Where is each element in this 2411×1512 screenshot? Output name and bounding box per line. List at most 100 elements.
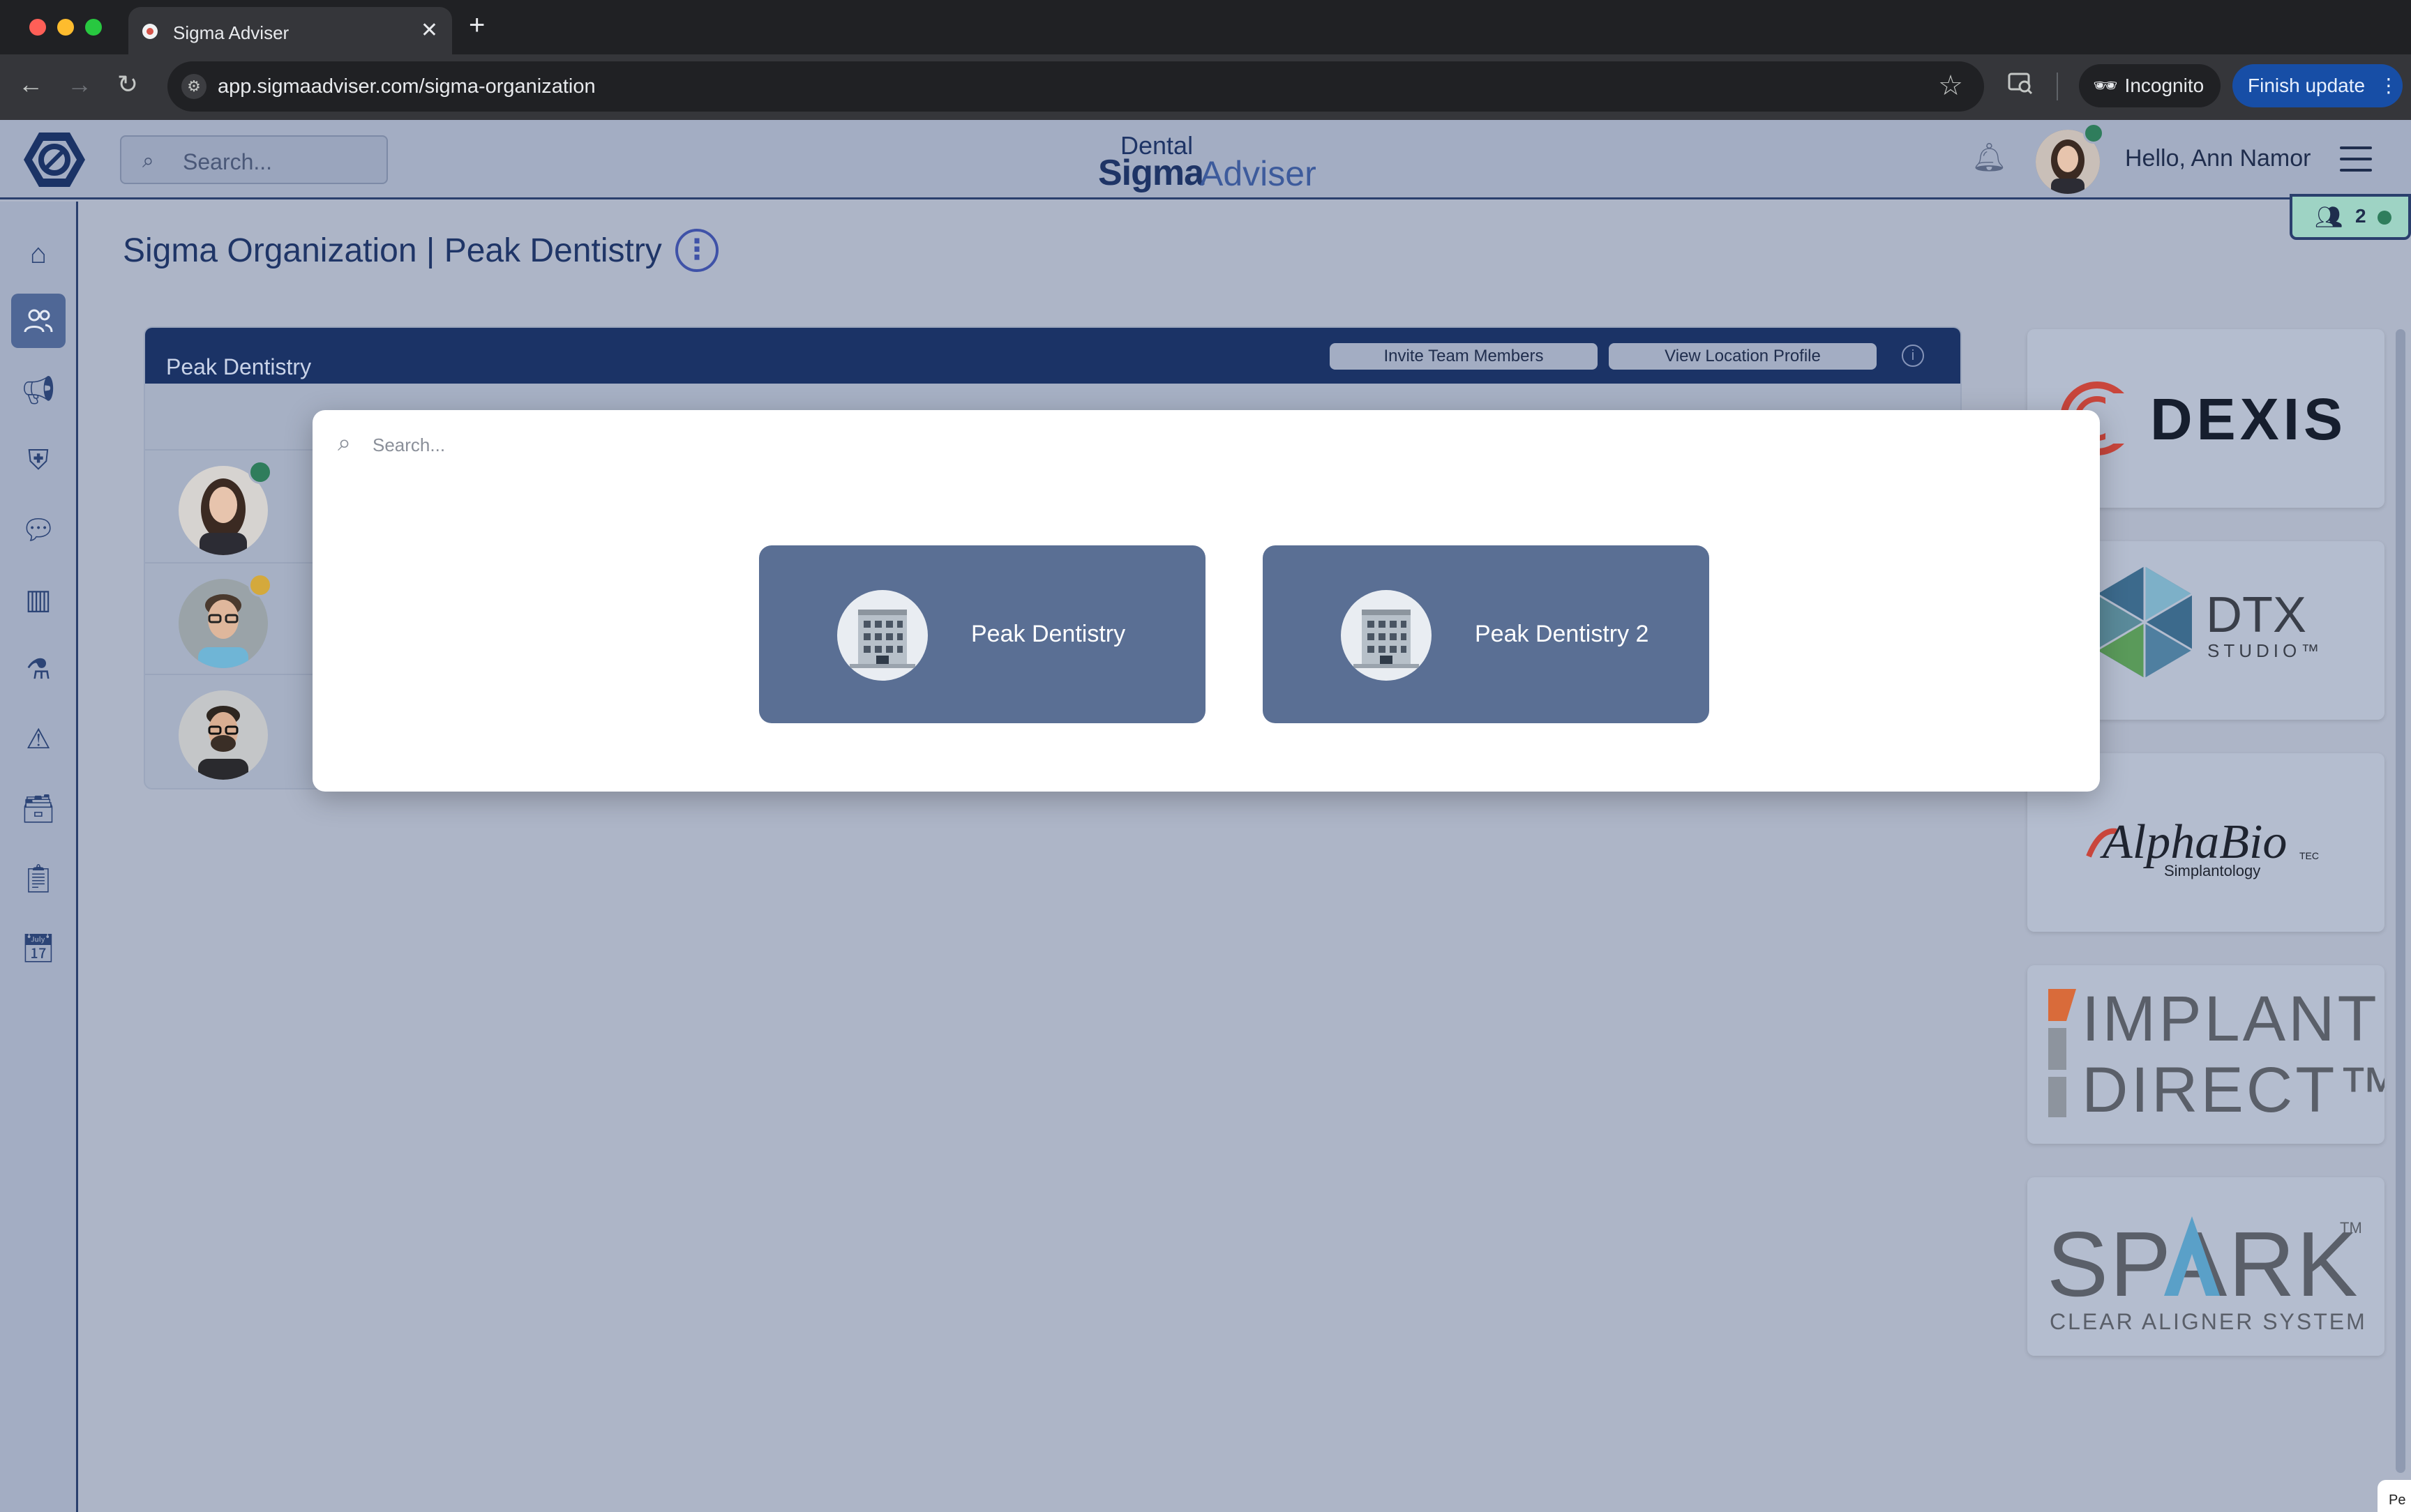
- online-users-badge[interactable]: 👥︎ 2: [2290, 194, 2411, 240]
- sponsors-scrollbar[interactable]: [2396, 329, 2405, 1473]
- direct-text: DIRECT™: [2082, 1054, 2384, 1126]
- location-option-name: Peak Dentistry 2: [1475, 621, 1649, 647]
- alphabio-text: AlphaBio: [2100, 815, 2287, 869]
- sidebar-item-chat[interactable]: 💬︎: [11, 503, 66, 557]
- table-row[interactable]: [145, 562, 313, 674]
- building-icon: [837, 590, 928, 681]
- invite-team-members-button[interactable]: Invite Team Members: [1330, 343, 1598, 370]
- tab-title: Sigma Adviser: [173, 22, 290, 43]
- dtx-studio-text: STUDIO™: [2207, 640, 2323, 661]
- spark-tm-text: TM: [2340, 1219, 2362, 1237]
- clipboard-icon: 📋︎: [20, 863, 57, 894]
- user-greeting[interactable]: Hello, Ann Namor: [2125, 145, 2311, 172]
- browser-toolbar: ← → ↻ ⚙ app.sigmaadviser.com/sigma-organ…: [0, 54, 2411, 120]
- member-status-online: [248, 460, 272, 484]
- location-option-peak-dentistry[interactable]: Peak Dentistry: [759, 545, 1206, 723]
- sidebar-item-lab[interactable]: ⚗: [11, 642, 66, 697]
- new-tab-button[interactable]: +: [469, 10, 485, 41]
- sidebar-item-boards[interactable]: ▥: [11, 573, 66, 627]
- member-photo: [179, 690, 268, 780]
- megaphone-icon: 📢︎: [20, 375, 57, 406]
- more-vertical-icon: ⋮: [2378, 75, 2398, 96]
- sidebar-item-compliance[interactable]: ⛨: [11, 433, 66, 487]
- dexis-text: DEXIS: [2150, 386, 2347, 452]
- dtx-text: DTX: [2206, 587, 2306, 643]
- sigma-logo-icon[interactable]: [22, 130, 87, 190]
- location-name: Peak Dentistry: [166, 354, 312, 379]
- users-icon: [24, 309, 53, 333]
- archive-icon: 🗃︎: [20, 794, 57, 824]
- brand-logo[interactable]: Dental Sigma Adviser: [1098, 131, 1316, 194]
- more-vertical-icon: ⋮: [683, 234, 711, 265]
- forward-arrow-icon[interactable]: →: [67, 70, 92, 99]
- sidebar-item-documents[interactable]: 📋︎: [11, 852, 66, 906]
- brand-adviser: Adviser: [1200, 154, 1316, 193]
- app-search-placeholder: Search...: [183, 149, 273, 174]
- member-avatar[interactable]: [179, 690, 268, 780]
- window-minimize-button[interactable]: [57, 19, 74, 36]
- sidebar-item-alerts[interactable]: ⚠: [11, 712, 66, 766]
- spark-logo-icon: SPARK TM CLEAR ALIGNER SYSTEM: [2047, 1213, 2367, 1334]
- implant-text: IMPLANT: [2082, 983, 2380, 1054]
- sidebar-item-archive[interactable]: 🗃︎: [11, 782, 66, 836]
- view-location-profile-button[interactable]: View Location Profile: [1609, 343, 1877, 370]
- home-icon: ⌂: [29, 239, 47, 269]
- sponsor-implant-direct[interactable]: IMPLANT DIRECT™: [2027, 965, 2401, 1144]
- implant-direct-logo-icon: IMPLANT DIRECT™: [2048, 983, 2401, 1126]
- online-status-dot: [2378, 211, 2391, 225]
- flask-icon: ⚗: [26, 654, 51, 685]
- calendar-icon: 📅︎: [20, 933, 57, 964]
- window-zoom-button[interactable]: [85, 19, 102, 36]
- member-status-away: [248, 573, 272, 597]
- incognito-indicator[interactable]: 🕶 Incognito: [2079, 64, 2221, 107]
- address-bar[interactable]: ⚙ app.sigmaadviser.com/sigma-organizatio…: [167, 61, 1984, 112]
- sidebar-item-calendar[interactable]: 📅︎: [11, 921, 66, 976]
- chat-icon: 💬︎: [20, 515, 57, 545]
- window-close-button[interactable]: [29, 19, 46, 36]
- sidebar-item-home[interactable]: ⌂: [11, 227, 66, 281]
- search-icon: ⌕: [338, 430, 352, 456]
- sponsor-spark[interactable]: SPARK TM CLEAR ALIGNER SYSTEM: [2027, 1177, 2384, 1356]
- columns-icon: ▥: [25, 584, 52, 615]
- incognito-icon: 🕶: [2093, 75, 2118, 96]
- browser-tab-bar: Sigma Adviser ✕ +: [0, 0, 2411, 54]
- toolbar-divider: [2057, 73, 2058, 100]
- building-icon: [1341, 590, 1432, 681]
- google-lens-icon[interactable]: [2006, 68, 2034, 96]
- table-row[interactable]: [145, 674, 313, 785]
- left-sidebar: ⌂ 📢︎ ⛨ 💬︎ ▥ ⚗ ⚠ 🗃︎ 📋︎ 📅︎: [0, 202, 78, 1512]
- bell-icon[interactable]: 🔔︎: [1971, 141, 2007, 174]
- hamburger-menu-icon[interactable]: [2340, 146, 2372, 172]
- people-icon: 👥︎: [2315, 204, 2343, 229]
- url-text[interactable]: app.sigmaadviser.com/sigma-organization: [218, 75, 596, 98]
- online-count: 2: [2355, 205, 2366, 227]
- location-search-input[interactable]: [373, 431, 1000, 459]
- organization-options-button[interactable]: ⋮: [675, 229, 719, 272]
- user-presence-dot: [2083, 123, 2104, 144]
- site-settings-icon[interactable]: ⚙: [181, 74, 206, 99]
- back-arrow-icon[interactable]: ←: [18, 70, 43, 99]
- app-search-box[interactable]: ⌕ Search...: [120, 135, 388, 184]
- bookmark-star-icon[interactable]: ☆: [1938, 70, 1963, 102]
- corner-tab[interactable]: Pe: [2378, 1480, 2411, 1512]
- location-picker-modal: ⌕ Peak Dentistry: [313, 410, 2100, 792]
- app-header: ⌕ Search... Dental Sigma Adviser 🔔︎ Hell…: [0, 120, 2411, 199]
- search-icon: ⌕: [142, 149, 154, 172]
- location-option-peak-dentistry-2[interactable]: Peak Dentistry 2: [1263, 545, 1709, 723]
- table-row[interactable]: [145, 449, 313, 561]
- alphabio-tagline: Simplantology: [2164, 862, 2260, 879]
- tab-close-button[interactable]: ✕: [421, 18, 438, 43]
- page-title: Sigma Organization | Peak Dentistry: [123, 232, 662, 269]
- finish-update-label: Finish update: [2248, 75, 2366, 96]
- incognito-label: Incognito: [2124, 75, 2205, 96]
- info-icon[interactable]: i: [1902, 345, 1924, 367]
- sidebar-item-announcements[interactable]: 📢︎: [11, 363, 66, 418]
- finish-update-button[interactable]: Finish update ⋮: [2232, 64, 2403, 107]
- favicon-icon: [142, 24, 158, 39]
- spark-tagline: CLEAR ALIGNER SYSTEM: [2050, 1309, 2367, 1334]
- shield-check-icon: ⛨: [28, 445, 49, 476]
- alphabio-tec-text: TEC: [2299, 850, 2319, 861]
- reload-icon[interactable]: ↻: [117, 70, 138, 99]
- browser-tab[interactable]: Sigma Adviser ✕: [128, 7, 452, 54]
- sidebar-item-team[interactable]: [11, 294, 66, 348]
